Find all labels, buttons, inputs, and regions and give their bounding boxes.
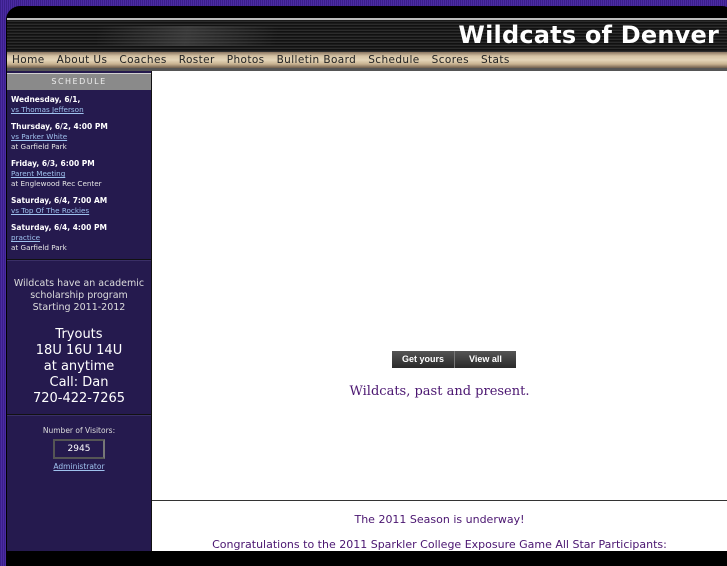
tryouts-info: Tryouts 18U 16U 14U at anytime Call: Dan… <box>7 314 151 414</box>
nav-stats[interactable]: Stats <box>481 54 510 66</box>
tryouts-line: 18U 16U 14U <box>35 343 123 358</box>
event-date: Wednesday, 6/1, <box>11 95 81 104</box>
nav-photos[interactable]: Photos <box>227 54 265 66</box>
event-date: Friday, 6/3, 6:00 PM <box>11 159 95 168</box>
news-heading: The 2011 Season is underway! <box>354 513 525 526</box>
visitors-label: Number of Visitors: <box>42 426 116 435</box>
nav-roster[interactable]: Roster <box>179 54 215 66</box>
schedule-list: Wednesday, 6/1, vs Thomas Jefferson Thur… <box>7 90 151 253</box>
schedule-heading: SCHEDULE <box>7 73 151 90</box>
promo-line: scholarship program <box>30 290 128 301</box>
news-section: The 2011 Season is underway! Congratulat… <box>152 500 727 561</box>
main-content: Get yours View all Wildcats, past and pr… <box>152 71 727 551</box>
event-date: Thursday, 6/2, 4:00 PM <box>11 122 108 131</box>
event-location: at Garfield Park <box>11 142 67 151</box>
event-link[interactable]: vs Thomas Jefferson <box>11 105 147 115</box>
event-link[interactable]: practice <box>11 233 147 243</box>
nav-schedule[interactable]: Schedule <box>368 54 419 66</box>
schedule-item: Saturday, 6/4, 4:00 PM practice at Garfi… <box>11 222 147 253</box>
event-date: Saturday, 6/4, 4:00 PM <box>11 223 107 232</box>
photo-buttons: Get yours View all <box>392 351 516 368</box>
promo-line: Starting 2011-2012 <box>32 302 126 313</box>
tryouts-line: at anytime <box>43 359 115 374</box>
site-header: Wildcats of Denver <box>7 18 727 54</box>
tagline: Wildcats, past and present. <box>349 384 530 399</box>
event-link[interactable]: vs Top Of The Rockies <box>11 206 147 216</box>
schedule-item: Wednesday, 6/1, vs Thomas Jefferson <box>11 94 147 115</box>
promo-line: Wildcats have an academic <box>13 278 145 289</box>
scholarship-promo: Wildcats have an academic scholarship pr… <box>7 261 151 314</box>
nav-about-us[interactable]: About Us <box>57 54 108 66</box>
schedule-item: Friday, 6/3, 6:00 PM Parent Meeting at E… <box>11 158 147 189</box>
visitor-count: 2945 <box>53 439 105 459</box>
view-all-button[interactable]: View all <box>454 351 516 368</box>
visitor-counter-section: Number of Visitors: 2945 Administrator <box>7 416 151 471</box>
schedule-item: Saturday, 6/4, 7:00 AM vs Top Of The Roc… <box>11 195 147 216</box>
tryouts-line: Call: Dan <box>49 375 109 390</box>
nav-scores[interactable]: Scores <box>432 54 469 66</box>
administrator-link[interactable]: Administrator <box>7 462 151 471</box>
sidebar: SCHEDULE Wednesday, 6/1, vs Thomas Jeffe… <box>7 71 152 551</box>
header-graphic <box>97 26 397 46</box>
event-date: Saturday, 6/4, 7:00 AM <box>11 196 108 205</box>
tryouts-line: Tryouts <box>55 327 103 342</box>
main-nav: Home About Us Coaches Roster Photos Bull… <box>7 52 727 68</box>
event-link[interactable]: vs Parker White <box>11 132 147 142</box>
nav-home[interactable]: Home <box>12 54 45 66</box>
nav-bulletin-board[interactable]: Bulletin Board <box>277 54 357 66</box>
site-title: Wildcats of Denver <box>458 21 719 49</box>
event-location: at Englewood Rec Center <box>11 179 102 188</box>
nav-coaches[interactable]: Coaches <box>119 54 166 66</box>
tryouts-phone: 720-422-7265 <box>32 391 126 406</box>
get-yours-button[interactable]: Get yours <box>392 351 455 368</box>
schedule-item: Thursday, 6/2, 4:00 PM vs Parker White a… <box>11 121 147 152</box>
event-location: at Garfield Park <box>11 243 67 252</box>
event-link[interactable]: Parent Meeting <box>11 169 147 179</box>
